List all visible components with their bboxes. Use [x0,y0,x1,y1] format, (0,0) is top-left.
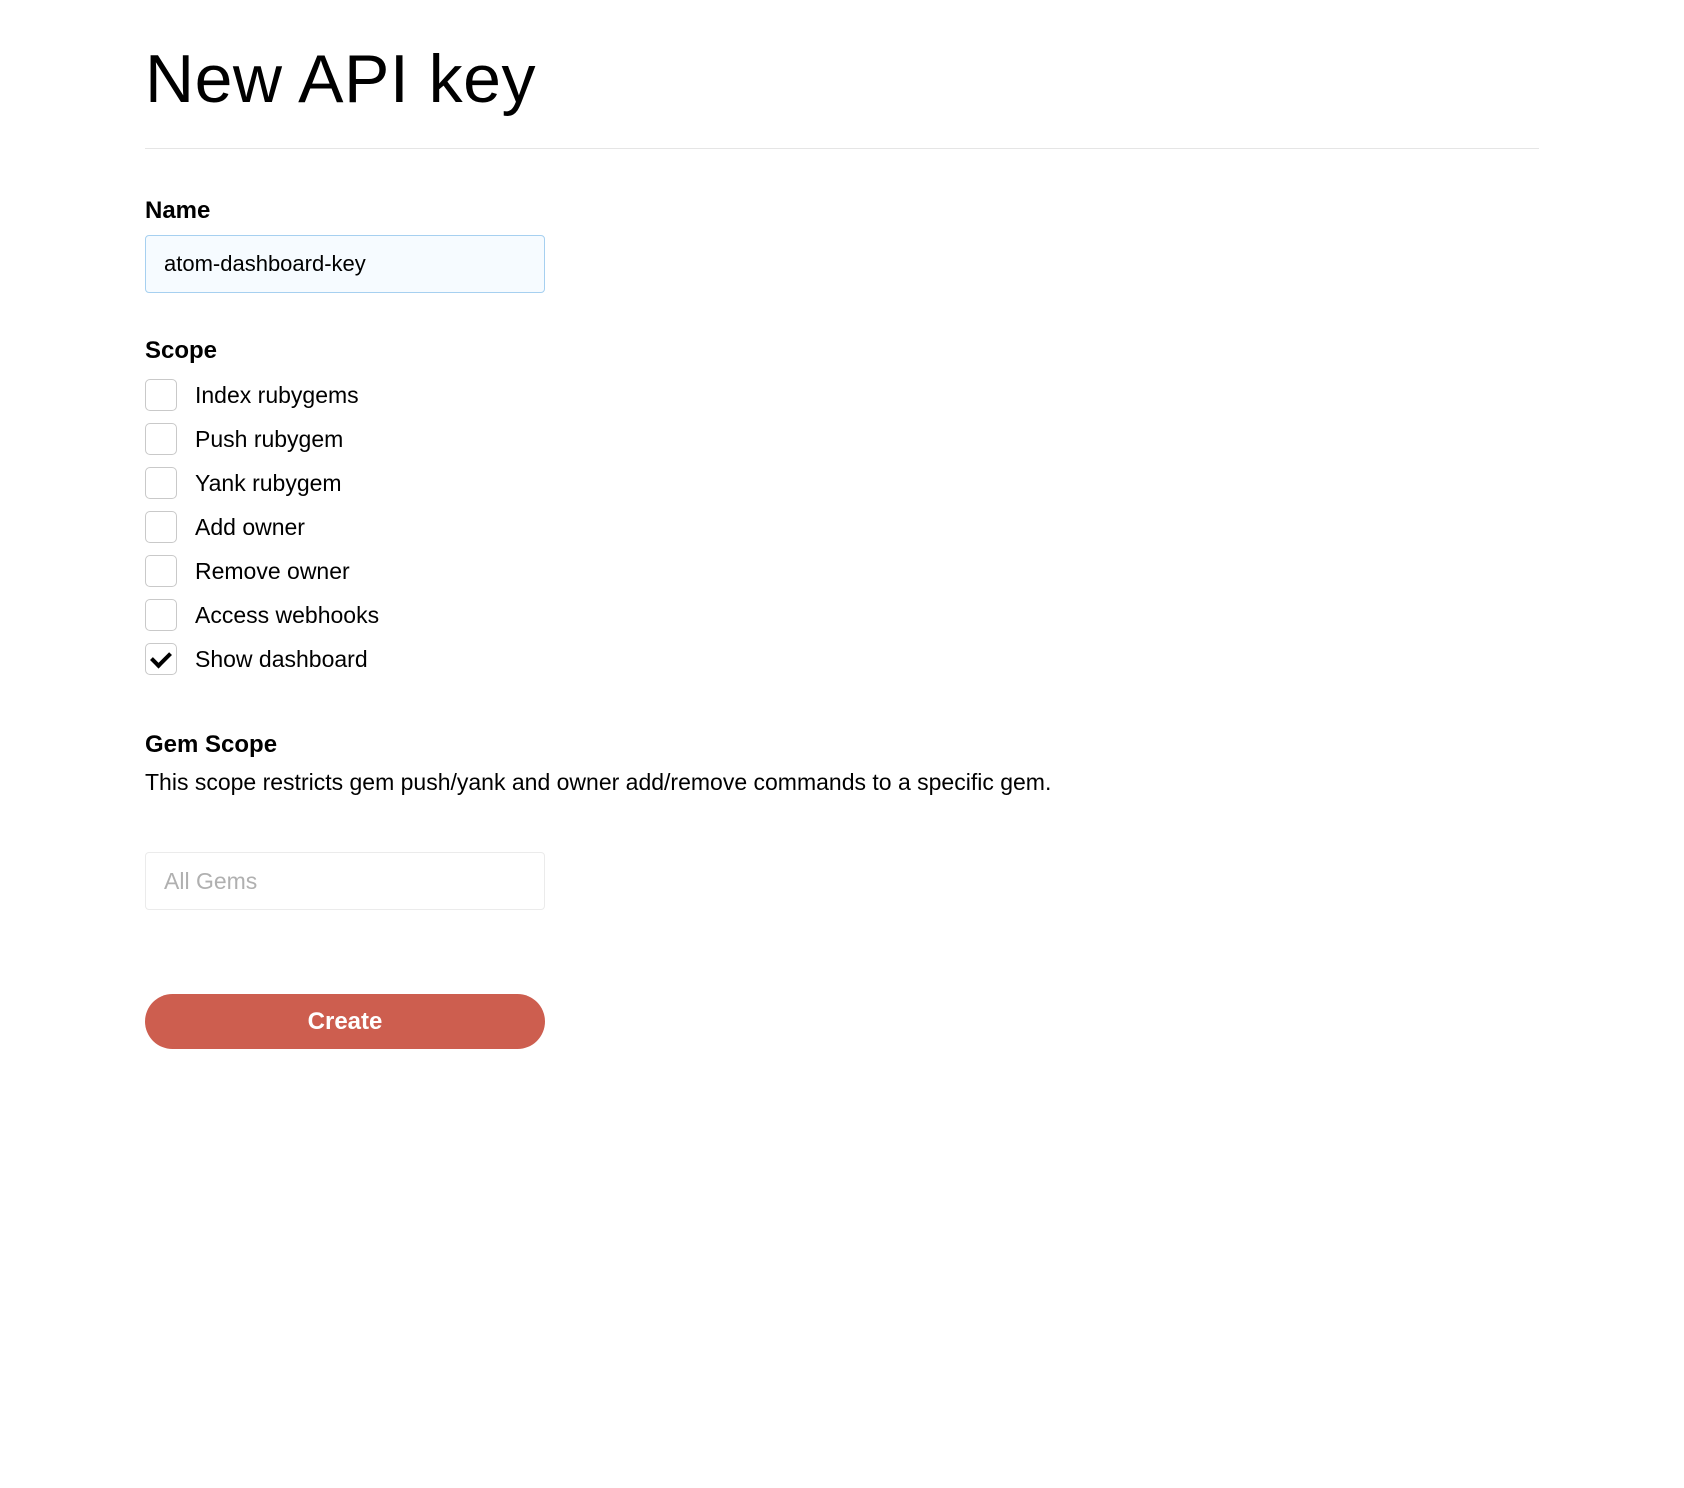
scope-row: Remove owner [145,555,1539,587]
scope-row: Access webhooks [145,599,1539,631]
scope-checkbox-access-webhooks[interactable] [145,599,177,631]
scope-row: Show dashboard [145,643,1539,675]
scope-label: Scope [145,337,1539,365]
scope-row: Yank rubygem [145,467,1539,499]
scope-label-text: Push rubygem [195,426,343,453]
scope-list: Index rubygems Push rubygem Yank rubygem… [145,379,1539,675]
scope-field-group: Scope Index rubygems Push rubygem Yank r… [145,337,1539,675]
scope-checkbox-show-dashboard[interactable] [145,643,177,675]
name-label: Name [145,197,1539,225]
create-button[interactable]: Create [145,994,545,1049]
divider [145,148,1539,149]
scope-label-text: Index rubygems [195,382,359,409]
name-input[interactable] [145,235,545,293]
scope-label-text: Access webhooks [195,602,379,629]
gem-scope-description: This scope restricts gem push/yank and o… [145,769,1539,796]
gem-scope-select[interactable]: All Gems [145,852,545,910]
name-field-group: Name [145,197,1539,293]
scope-label-text: Add owner [195,514,305,541]
page-title: New API key [145,40,1539,118]
scope-checkbox-yank-rubygem[interactable] [145,467,177,499]
scope-row: Add owner [145,511,1539,543]
scope-label-text: Show dashboard [195,646,368,673]
scope-row: Push rubygem [145,423,1539,455]
scope-checkbox-index-rubygems[interactable] [145,379,177,411]
scope-checkbox-push-rubygem[interactable] [145,423,177,455]
scope-checkbox-add-owner[interactable] [145,511,177,543]
gem-scope-section: Gem Scope This scope restricts gem push/… [145,731,1539,910]
scope-label-text: Remove owner [195,558,350,585]
scope-label-text: Yank rubygem [195,470,342,497]
scope-checkbox-remove-owner[interactable] [145,555,177,587]
gem-scope-label: Gem Scope [145,731,1539,759]
gem-scope-select-value: All Gems [164,868,257,895]
scope-row: Index rubygems [145,379,1539,411]
